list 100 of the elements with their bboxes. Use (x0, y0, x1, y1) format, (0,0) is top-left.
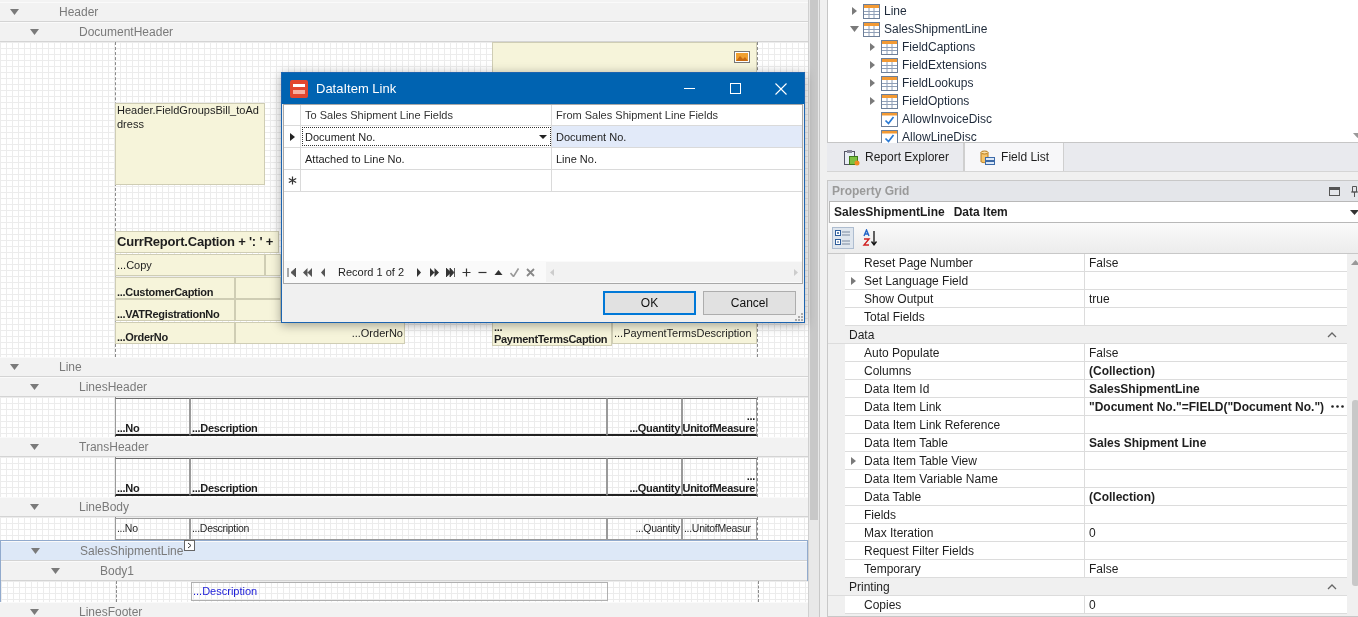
app-icon (290, 79, 308, 98)
table-cell[interactable]: Document No. (301, 126, 552, 147)
smart-tag-icon[interactable] (184, 540, 196, 551)
caret-right-icon[interactable] (851, 457, 856, 465)
first-button[interactable] (287, 267, 296, 277)
caret-down-icon[interactable] (30, 504, 39, 511)
category-header[interactable]: Printing (849, 579, 1328, 594)
property-value[interactable]: "Document No."=FIELD("Document No.") (1089, 399, 1325, 414)
tree-item[interactable]: AllowLineDisc (902, 130, 977, 144)
dropdown-arrow-icon (1350, 209, 1358, 215)
report-field: ...No (115, 518, 190, 540)
caret-down-icon[interactable] (850, 25, 859, 33)
caret-right-icon[interactable] (870, 97, 875, 105)
tree-item[interactable]: SalesShipmentLine (884, 22, 988, 36)
pin-icon[interactable] (1350, 185, 1358, 197)
caret-down-icon[interactable] (10, 364, 19, 371)
band-title[interactable]: Header (59, 5, 99, 19)
band-title[interactable]: LineBody (79, 500, 130, 514)
property-value[interactable]: 0 (1089, 597, 1348, 612)
column-header[interactable]: To Sales Shipment Line Fields (305, 109, 453, 121)
property-value[interactable]: (Collection) (1089, 363, 1348, 378)
property-name: Request Filter Fields (845, 542, 1085, 559)
panel-tab[interactable]: Field List (964, 143, 1065, 171)
caret-down-icon[interactable] (30, 609, 39, 616)
caret-down-icon[interactable] (30, 29, 39, 36)
check-icon (510, 267, 520, 277)
table-icon (881, 39, 898, 55)
dialog-button[interactable]: Cancel (703, 291, 796, 315)
property-value[interactable]: False (1089, 561, 1348, 576)
tree-item[interactable]: FieldOptions (902, 94, 970, 108)
property-value[interactable]: Sales Shipment Line (1089, 435, 1348, 450)
chevron-up-icon[interactable] (1327, 331, 1338, 338)
dropdown-arrow-icon[interactable] (539, 134, 547, 139)
tree-item[interactable]: FieldCaptions (902, 40, 976, 54)
fast-forward-button[interactable] (430, 267, 440, 277)
property-name: Data Table (845, 488, 1085, 505)
caret-down-icon[interactable] (31, 548, 40, 555)
scroll-up-icon (1351, 260, 1358, 265)
maximize-icon[interactable] (1329, 186, 1341, 196)
add-button[interactable] (462, 267, 472, 277)
horizontal-scrollbar[interactable] (546, 262, 802, 282)
table-cell[interactable]: Line No. (552, 148, 802, 169)
previous-button[interactable] (319, 267, 328, 277)
category-header[interactable]: Data (849, 327, 1328, 342)
rewind-button[interactable] (303, 267, 312, 277)
property-name: Show Output (845, 290, 1085, 307)
chevron-up-icon[interactable] (1327, 583, 1338, 590)
property-name: Total Fields (845, 308, 1085, 325)
up-icon (494, 267, 504, 277)
table-cell[interactable]: Attached to Line No. (301, 148, 552, 169)
resize-grip-icon[interactable] (794, 312, 803, 321)
report-field: ...Description (190, 518, 607, 540)
property-value[interactable]: true (1089, 291, 1348, 306)
caret-down-icon[interactable] (51, 568, 60, 575)
dialog-button[interactable]: OK (603, 291, 696, 315)
band-title[interactable]: DocumentHeader (79, 25, 174, 39)
sort-icon (862, 229, 880, 247)
property-name: Fields (845, 506, 1085, 523)
tree-item[interactable]: AllowInvoiceDisc (902, 112, 993, 126)
last-button[interactable] (446, 267, 456, 277)
caret-right-icon[interactable] (852, 7, 857, 15)
caret-down-icon[interactable] (30, 384, 39, 391)
property-value[interactable]: 0 (1089, 525, 1348, 540)
band-title[interactable]: SalesShipmentLine (80, 544, 184, 558)
vertical-scrollbar[interactable] (808, 0, 819, 617)
band-title[interactable]: LinesFooter (79, 605, 143, 617)
caret-down-icon[interactable] (10, 9, 19, 16)
ellipsis-icon (1331, 405, 1345, 408)
property-value[interactable]: (Collection) (1089, 489, 1348, 504)
tree-item[interactable]: FieldLookups (902, 76, 974, 90)
next-button[interactable] (414, 267, 424, 277)
caret-right-icon[interactable] (870, 61, 875, 69)
report-caption: ...OrderNo (115, 322, 235, 344)
caret-right-icon[interactable] (870, 79, 875, 87)
band-title[interactable]: TransHeader (79, 440, 149, 454)
cancel-icon (526, 267, 536, 277)
property-value[interactable]: False (1089, 255, 1348, 270)
caret-right-icon[interactable] (870, 43, 875, 51)
property-value[interactable]: False (1089, 345, 1348, 360)
add-icon (462, 267, 472, 277)
rewind-icon (303, 267, 312, 277)
caret-right-icon[interactable] (851, 277, 856, 285)
band-title[interactable]: LinesHeader (79, 380, 148, 394)
column-header[interactable]: From Sales Shipment Line Fields (556, 109, 718, 121)
table-cell[interactable]: Document No. (552, 126, 802, 147)
check-button[interactable] (510, 267, 520, 277)
property-name: Data Item Table (845, 434, 1085, 451)
object-selector[interactable]: SalesShipmentLine Data Item (829, 201, 1358, 223)
property-name: Data Item Link (845, 398, 1085, 415)
tree-item[interactable]: Line (884, 4, 907, 18)
categorized-button[interactable] (832, 227, 854, 249)
property-value[interactable]: SalesShipmentLine (1089, 381, 1348, 396)
tree-item[interactable]: FieldExtensions (902, 58, 987, 72)
up-button[interactable] (494, 267, 504, 277)
band-title[interactable]: Body1 (100, 564, 135, 578)
report-field: ...UnitofMeasur (682, 518, 757, 540)
report-field: ...Quantity (607, 518, 682, 540)
cancel-button[interactable] (526, 267, 536, 277)
caret-down-icon[interactable] (30, 444, 39, 451)
band-title[interactable]: Line (59, 360, 82, 374)
